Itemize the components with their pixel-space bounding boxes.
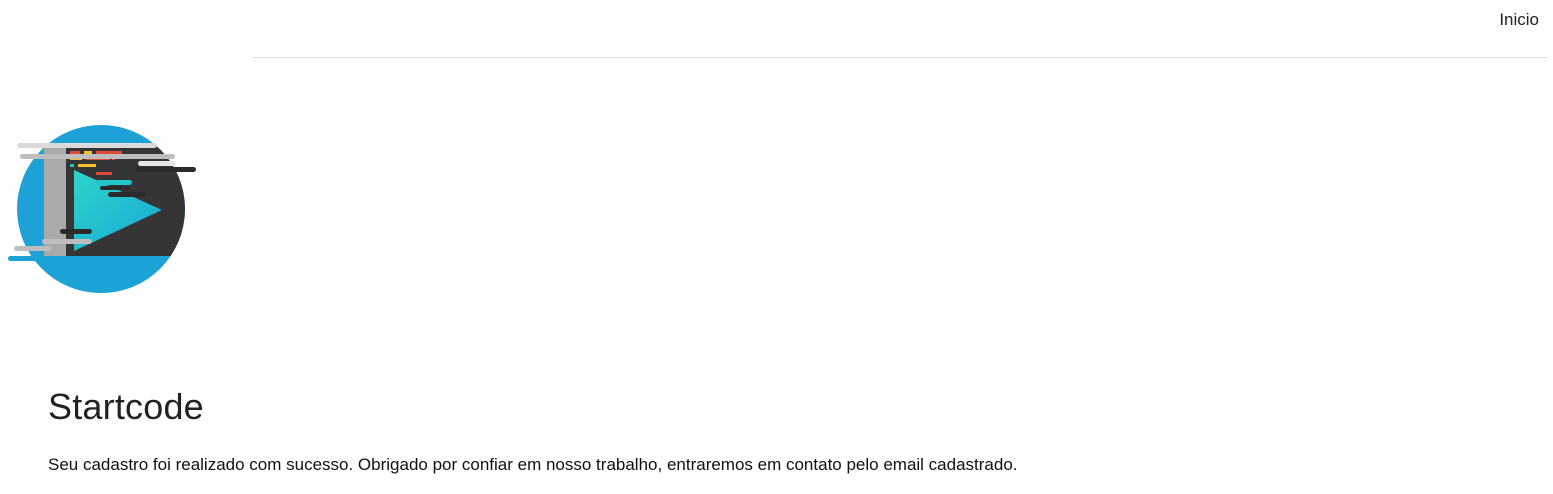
page-title: Startcode [48,386,204,427]
top-navigation: Inicio [252,0,1548,58]
startcode-logo-icon [8,125,196,293]
nav-link-inicio[interactable]: Inicio [1499,10,1539,30]
success-message: Seu cadastro foi realizado com sucesso. … [48,455,1018,474]
